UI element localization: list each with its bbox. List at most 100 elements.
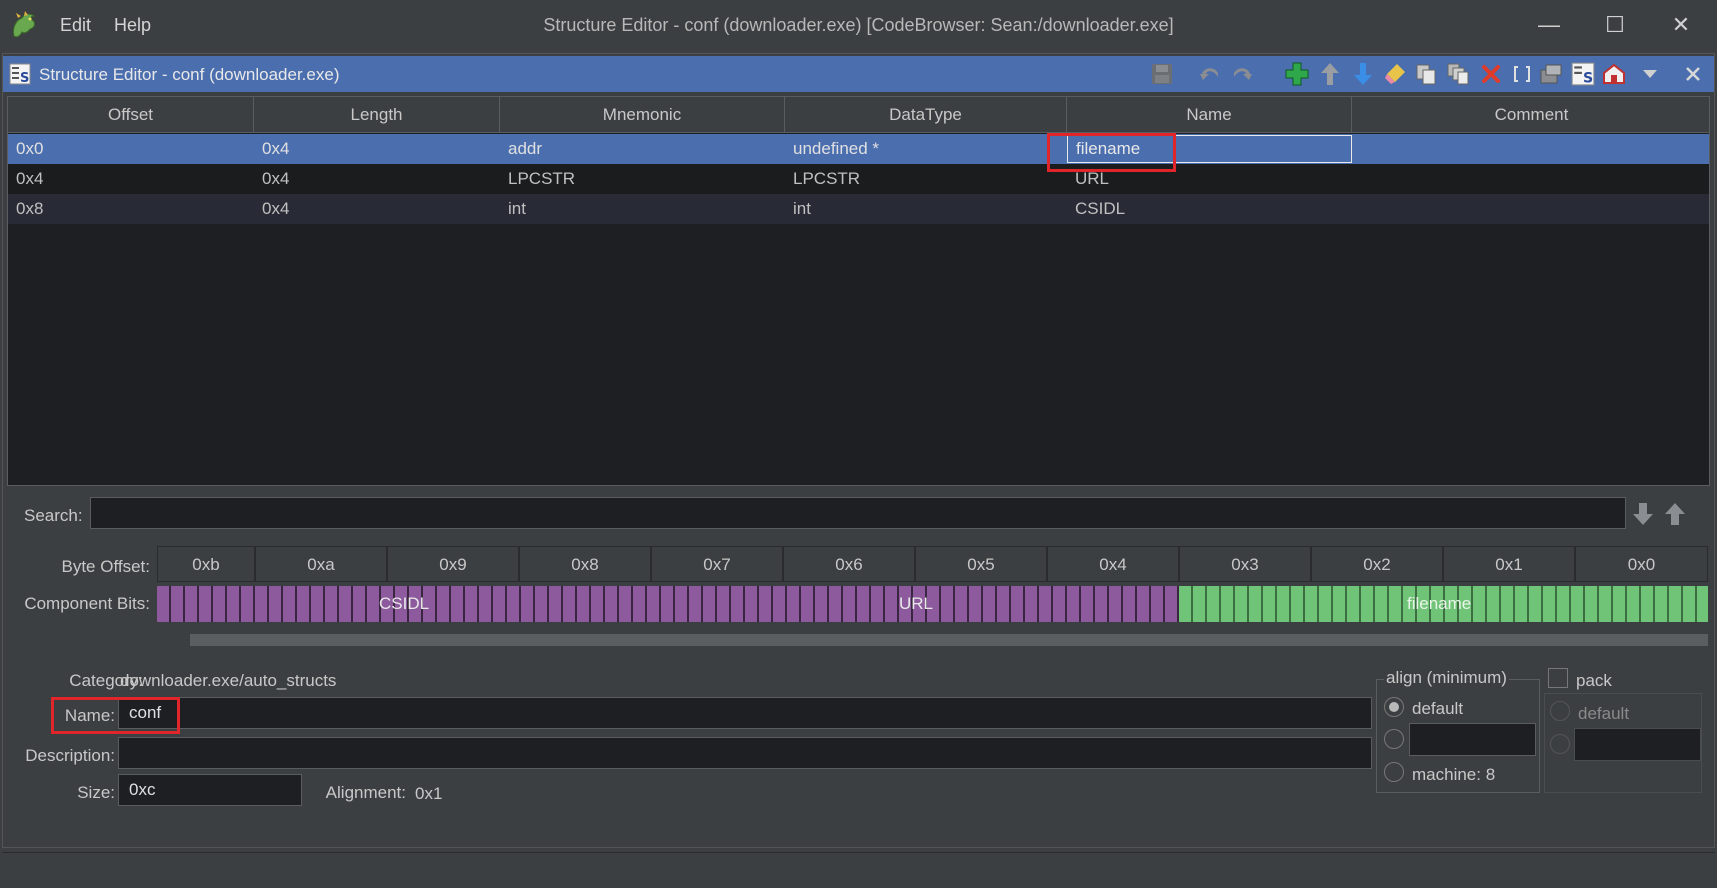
align-machine-radio[interactable]	[1384, 762, 1404, 782]
align-machine-label: machine: 8	[1412, 765, 1496, 784]
cell-mnemonic[interactable]: int	[500, 194, 526, 224]
maximize-icon: ☐	[1605, 12, 1625, 37]
table-row[interactable]: 0x8 0x4 int int CSIDL	[8, 194, 1709, 224]
component-label-csidl: CSIDL	[379, 594, 430, 613]
table-row[interactable]: 0x0 0x4 addr undefined * filename	[8, 134, 1709, 164]
cell-offset[interactable]: 0x4	[8, 164, 43, 194]
cell-datatype[interactable]: undefined *	[785, 134, 879, 164]
undo-icon	[1200, 68, 1218, 80]
unpackage-button[interactable]	[1536, 59, 1566, 89]
cell-mnemonic[interactable]: addr	[500, 134, 542, 164]
redo-button[interactable]	[1227, 59, 1257, 89]
byte-offset-cell: 0x5	[915, 546, 1047, 582]
description-field[interactable]	[118, 737, 1372, 769]
svg-text:S: S	[1583, 71, 1593, 86]
pack-default-label: default	[1578, 704, 1630, 723]
structure-editor-button[interactable]: S	[1568, 59, 1598, 89]
column-header-datatype[interactable]: DataType	[785, 97, 1067, 133]
bitviewer-scrollbar[interactable]	[157, 634, 1708, 646]
component-header: S Structure Editor - conf (downloader.ex…	[3, 56, 1714, 92]
align-default-radio[interactable]	[1384, 697, 1404, 717]
insert-icon	[1285, 62, 1309, 86]
clear-button[interactable]	[1380, 59, 1410, 89]
arrow-down-icon	[1633, 503, 1653, 525]
cell-offset[interactable]: 0x0	[8, 134, 43, 164]
cell-length[interactable]: 0x4	[254, 134, 289, 164]
redo-icon	[1234, 68, 1252, 80]
byte-offset-cell: 0x0	[1575, 546, 1708, 582]
unpackage-icon	[1540, 64, 1562, 84]
search-next-button[interactable]	[1628, 499, 1658, 529]
cell-name[interactable]: CSIDL	[1067, 194, 1125, 224]
search-input[interactable]	[90, 497, 1626, 529]
component-bits-label: Component Bits:	[24, 594, 150, 613]
move-up-button[interactable]	[1315, 59, 1345, 89]
byte-offset-cell: 0x7	[651, 546, 783, 582]
move-down-button[interactable]	[1348, 59, 1378, 89]
pack-explicit-field[interactable]	[1574, 728, 1701, 761]
search-label: Search:	[24, 506, 83, 525]
window-titlebar: Edit Help Structure Editor - conf (downl…	[0, 0, 1717, 50]
column-header-comment[interactable]: Comment	[1352, 97, 1709, 133]
menu-dropdown-button[interactable]	[1635, 59, 1665, 89]
alignment-label: Alignment:	[325, 783, 406, 802]
scrollbar-track-gap	[157, 634, 190, 646]
byte-offset-cell: 0x9	[387, 546, 519, 582]
component-title: Structure Editor - conf (downloader.exe)	[39, 65, 340, 84]
delete-icon	[1482, 65, 1500, 83]
component-label-filename: filename	[1407, 594, 1472, 613]
cell-comment[interactable]	[1352, 134, 1360, 164]
menu-dropdown-icon	[1643, 70, 1657, 78]
byte-offset-cell: 0x1	[1443, 546, 1575, 582]
column-header-name[interactable]: Name	[1067, 97, 1352, 133]
insert-button[interactable]	[1282, 59, 1312, 89]
cell-length[interactable]: 0x4	[254, 194, 289, 224]
cell-comment[interactable]	[1352, 194, 1360, 224]
structure-editor-icon: S	[1571, 62, 1595, 86]
align-explicit-field[interactable]	[1409, 723, 1536, 756]
structure-name-field[interactable]: conf	[118, 697, 1372, 729]
move-up-icon	[1321, 63, 1339, 85]
save-button[interactable]	[1147, 59, 1177, 89]
component-bits-csidl-url[interactable]	[157, 586, 1179, 622]
maximize-button[interactable]: ☐	[1590, 8, 1640, 42]
structure-table[interactable]: Offset Length Mnemonic DataType Name Com…	[7, 96, 1710, 486]
array-button[interactable]	[1507, 59, 1537, 89]
search-previous-button[interactable]	[1660, 499, 1690, 529]
pack-label: pack	[1576, 671, 1612, 690]
svg-text:S: S	[20, 71, 29, 85]
move-down-icon	[1354, 63, 1372, 85]
delete-button[interactable]	[1476, 59, 1506, 89]
cell-mnemonic[interactable]: LPCSTR	[500, 164, 575, 194]
cell-comment[interactable]	[1352, 164, 1360, 194]
close-window-button[interactable]: ✕	[1656, 8, 1706, 42]
component-bits-strip[interactable]: CSIDL URL filename	[157, 586, 1708, 622]
show-data-type-icon	[1603, 63, 1625, 84]
table-header: Offset Length Mnemonic DataType Name Com…	[8, 97, 1709, 133]
close-window-icon: ✕	[1671, 12, 1691, 37]
table-row[interactable]: 0x4 0x4 LPCSTR LPCSTR URL	[8, 164, 1709, 194]
column-header-length[interactable]: Length	[254, 97, 500, 133]
byte-offset-label: Byte Offset:	[61, 557, 150, 576]
column-header-mnemonic[interactable]: Mnemonic	[500, 97, 785, 133]
duplicate-multiple-icon	[1447, 63, 1469, 85]
pack-default-radio[interactable]	[1550, 701, 1570, 721]
undo-button[interactable]	[1195, 59, 1225, 89]
duplicate-multiple-button[interactable]	[1443, 59, 1473, 89]
description-label: Description:	[25, 746, 115, 765]
cell-datatype[interactable]: int	[785, 194, 811, 224]
column-header-offset[interactable]: Offset	[8, 97, 254, 133]
size-label: Size:	[77, 783, 115, 802]
align-explicit-radio[interactable]	[1384, 729, 1404, 749]
minimize-button[interactable]: —	[1524, 8, 1574, 42]
size-field[interactable]: 0xc	[118, 774, 302, 806]
close-component-button[interactable]	[1678, 59, 1708, 89]
cell-length[interactable]: 0x4	[254, 164, 289, 194]
pack-explicit-radio[interactable]	[1550, 734, 1570, 754]
show-data-type-button[interactable]	[1599, 59, 1629, 89]
duplicate-button[interactable]	[1411, 59, 1441, 89]
cell-datatype[interactable]: LPCSTR	[785, 164, 860, 194]
pack-checkbox[interactable]	[1548, 668, 1568, 688]
minimize-icon: —	[1538, 12, 1560, 37]
cell-offset[interactable]: 0x8	[8, 194, 43, 224]
